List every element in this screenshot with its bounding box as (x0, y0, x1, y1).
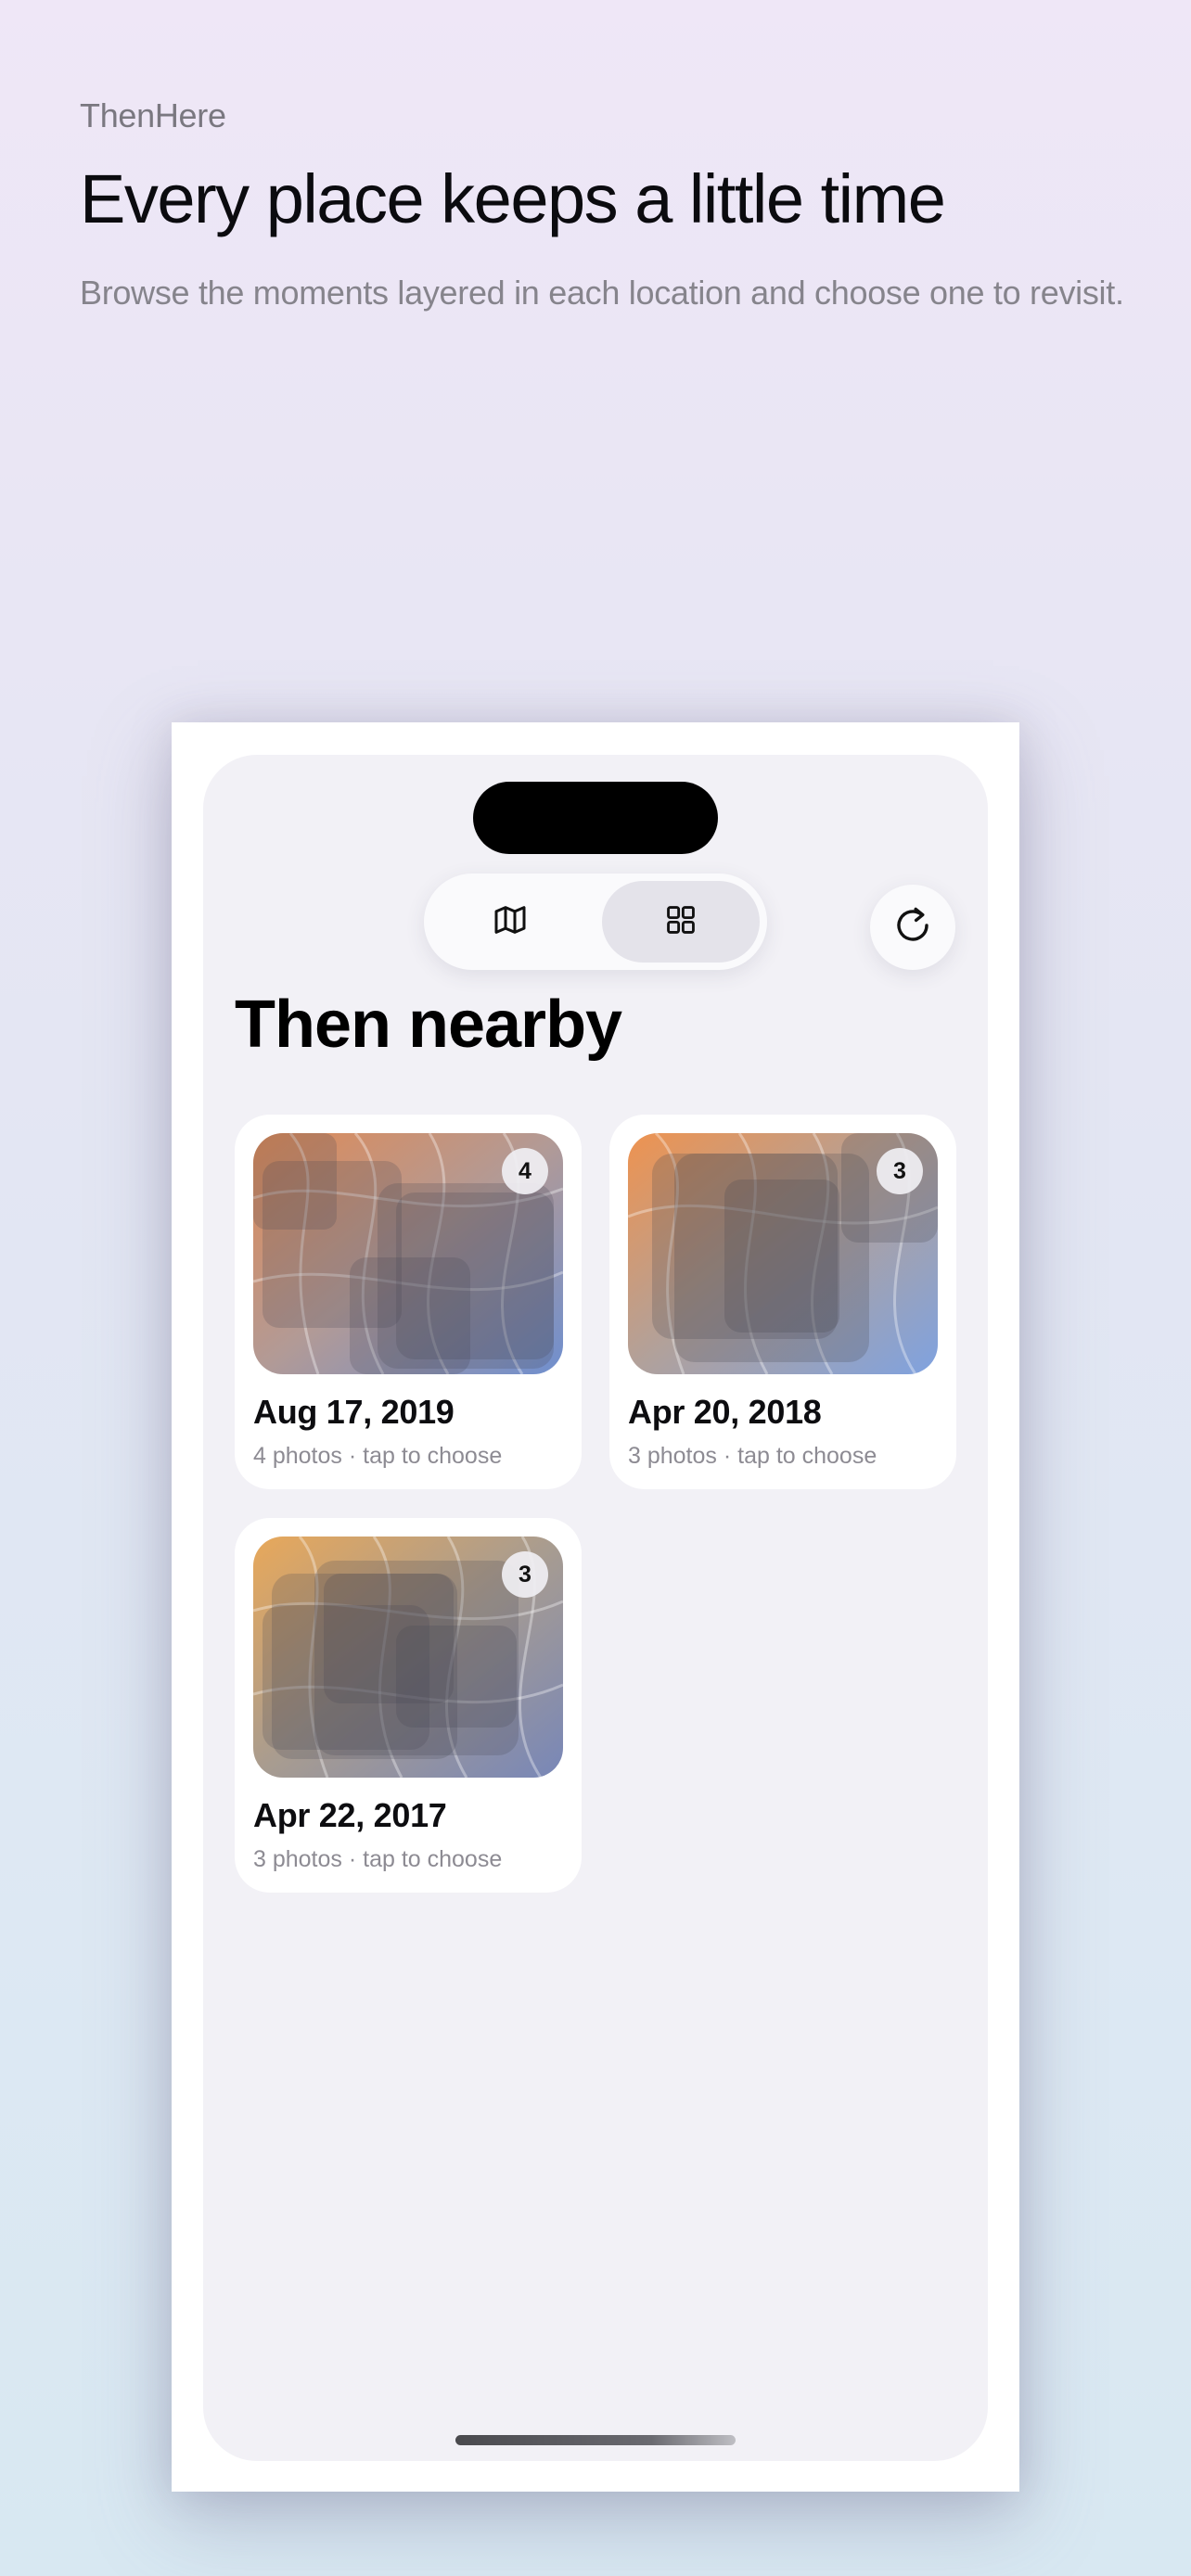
grid-view-button[interactable] (602, 881, 760, 963)
moment-meta: 3 photos · tap to choose (253, 1846, 503, 1872)
moment-card[interactable]: 3 Apr 22, 2017 3 photos · tap to choose (235, 1518, 582, 1893)
phone-screen: Then nearby 4 Aug 17, 2019 4 photos · ta… (203, 755, 988, 2461)
section-title: Then nearby (235, 988, 622, 1062)
photo-count-badge: 4 (502, 1148, 548, 1194)
home-indicator[interactable] (455, 2435, 736, 2445)
moment-date: Apr 22, 2017 (253, 1796, 447, 1834)
dynamic-island (473, 782, 718, 854)
photo-stack-thumbnail: 3 (628, 1133, 938, 1374)
map-view-button[interactable] (431, 881, 589, 963)
moment-card[interactable]: 4 Aug 17, 2019 4 photos · tap to choose (235, 1115, 582, 1489)
photo-count-badge: 3 (877, 1148, 923, 1194)
moment-meta: 4 photos · tap to choose (253, 1443, 503, 1469)
intro: ThenHere Every place keeps a little time… (80, 96, 1128, 318)
refresh-button[interactable] (870, 885, 955, 970)
app-name: ThenHere (80, 96, 226, 134)
photo-stack-thumbnail: 3 (253, 1537, 563, 1778)
moment-card[interactable]: 3 Apr 20, 2018 3 photos · tap to choose (609, 1115, 956, 1489)
grid-icon (663, 902, 698, 942)
map-icon (492, 901, 529, 943)
headline: Every place keeps a little time (80, 160, 946, 237)
photo-stack-thumbnail: 4 (253, 1133, 563, 1374)
view-mode-toggle (424, 874, 767, 970)
moment-date: Apr 20, 2018 (628, 1393, 822, 1431)
moment-date: Aug 17, 2019 (253, 1393, 455, 1431)
moment-meta: 3 photos · tap to choose (628, 1443, 877, 1469)
refresh-icon (890, 903, 935, 952)
photo-count-badge: 3 (502, 1551, 548, 1598)
subline: Browse the moments layered in each locat… (80, 274, 1124, 312)
